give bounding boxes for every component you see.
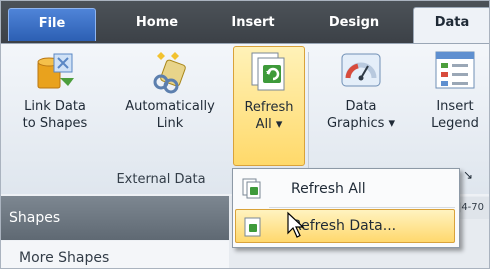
external-data-group-label: External Data <box>116 172 206 187</box>
mouse-cursor-icon <box>287 211 305 238</box>
data-graphics-icon <box>341 53 381 87</box>
refresh-all-small-icon <box>242 178 261 199</box>
link-data-label-2: to Shapes <box>22 116 88 131</box>
refresh-all-label-2: All ▾ <box>255 117 283 132</box>
group-separator <box>308 52 309 182</box>
shapes-pane-header[interactable]: Shapes <box>1 196 229 240</box>
link-data-icon <box>37 53 74 89</box>
link-data-label-1: Link Data <box>24 99 86 114</box>
refresh-all-button[interactable]: Refresh All ▾ <box>233 46 305 166</box>
menu-item-refresh-all[interactable]: Refresh All <box>235 172 455 206</box>
tab-file[interactable]: File <box>8 8 96 41</box>
tab-home[interactable]: Home <box>119 8 195 40</box>
refresh-all-label-1: Refresh <box>244 100 294 115</box>
group-launcher-icon[interactable]: ↘ <box>463 168 489 186</box>
automatically-link-icon <box>153 52 186 94</box>
automatically-link-button[interactable]: Automatically Link <box>107 48 233 132</box>
menu-item-refresh-data[interactable]: Refresh Data... <box>235 209 455 243</box>
ribbon-tab-bar: File Home Insert Design Data <box>1 1 489 46</box>
data-graphics-label-1: Data <box>345 99 377 114</box>
menu-separator <box>269 207 455 208</box>
menu-item-label: Refresh Data... <box>292 218 397 234</box>
tab-insert[interactable]: Insert <box>215 8 291 40</box>
link-data-to-shapes-button[interactable]: Link Data to Shapes <box>7 48 103 132</box>
insert-legend-button[interactable]: Insert Legend <box>415 48 489 132</box>
refresh-dropdown-menu: Refresh All Refresh Data... <box>232 168 460 248</box>
visio-window: File Home Insert Design Data Link Data t… <box>0 0 490 269</box>
refresh-data-small-icon <box>244 217 261 237</box>
automatically-link-label-1: Automatically <box>125 99 215 114</box>
tab-design[interactable]: Design <box>309 8 399 40</box>
insert-legend-label-1: Insert <box>436 99 474 114</box>
data-graphics-button[interactable]: Data Graphics ▾ <box>315 48 407 132</box>
menu-item-label: Refresh All <box>291 181 366 197</box>
automatically-link-label-2: Link <box>156 116 184 131</box>
tab-data[interactable]: Data <box>413 7 489 46</box>
data-graphics-label-2: Graphics ▾ <box>326 116 396 131</box>
insert-legend-icon <box>435 51 475 89</box>
insert-legend-label-2: Legend <box>431 116 479 131</box>
more-shapes-item[interactable]: More Shapes <box>1 241 229 268</box>
refresh-all-icon <box>251 52 285 91</box>
